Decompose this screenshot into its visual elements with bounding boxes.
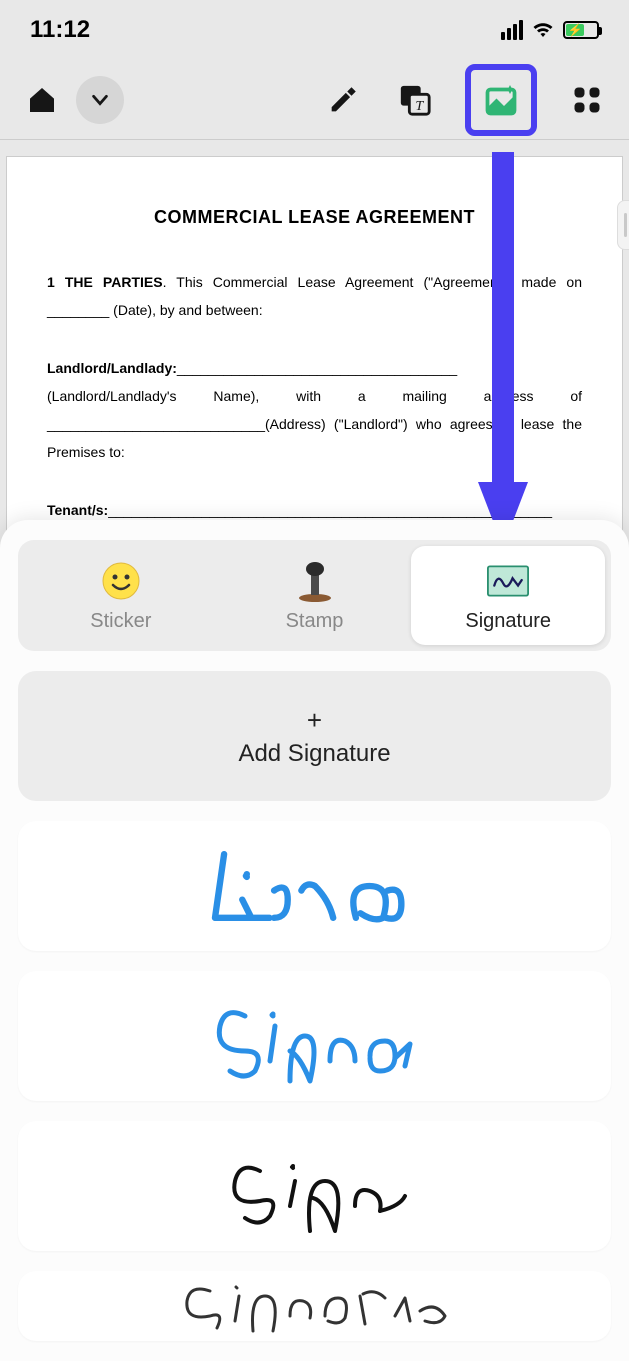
tab-signature-label: Signature — [465, 610, 551, 633]
image-button[interactable] — [483, 82, 519, 118]
home-icon — [26, 84, 58, 116]
image-text-button[interactable]: T — [393, 78, 437, 122]
signature-icon — [487, 560, 529, 602]
highlighter-button[interactable] — [321, 78, 365, 122]
grid-icon — [572, 85, 602, 115]
tab-stamp[interactable]: Stamp — [218, 546, 412, 645]
doc-section-parties: 1 THE PARTIES. This Commercial Lease Agr… — [47, 268, 582, 324]
tenant-label: Tenant/s: — [47, 502, 108, 518]
doc-section-landlord: Landlord/Landlady:______________________… — [47, 354, 582, 466]
stamp-icon — [294, 560, 336, 602]
grid-button[interactable] — [565, 78, 609, 122]
insert-bottom-sheet: Sticker Stamp Signature + Add Signature — [0, 520, 629, 1361]
add-signature-label: Add Signature — [238, 740, 390, 768]
home-button[interactable] — [20, 78, 64, 122]
tab-stamp-label: Stamp — [286, 610, 344, 633]
signature-preview — [165, 1271, 465, 1341]
signature-item-2[interactable] — [18, 1121, 611, 1251]
dropdown-button[interactable] — [76, 76, 124, 124]
sticker-icon — [100, 560, 142, 602]
status-time: 11:12 — [30, 16, 90, 44]
editor-toolbar: T — [0, 60, 629, 140]
wifi-icon — [531, 18, 555, 43]
scroll-indicator[interactable] — [617, 200, 629, 250]
image-sparkle-icon — [483, 82, 519, 118]
battery-charging-icon: ⚡ — [563, 21, 599, 39]
doc-title: COMMERCIAL LEASE AGREEMENT — [47, 207, 582, 228]
svg-text:T: T — [415, 97, 424, 113]
highlighter-icon — [326, 83, 360, 117]
status-icons: ⚡ — [501, 18, 599, 43]
tab-sticker[interactable]: Sticker — [24, 546, 218, 645]
section-heading: 1 THE PARTIES — [47, 274, 163, 290]
chevron-down-icon — [89, 89, 111, 111]
tab-sticker-label: Sticker — [90, 610, 151, 633]
signature-item-1[interactable] — [18, 971, 611, 1101]
signature-preview — [195, 986, 435, 1086]
signature-preview — [175, 836, 455, 936]
cellular-signal-icon — [501, 20, 523, 40]
plus-icon: + — [307, 705, 322, 736]
image-text-icon: T — [398, 83, 432, 117]
signature-item-0[interactable] — [18, 821, 611, 951]
insert-tabs: Sticker Stamp Signature — [18, 540, 611, 651]
signature-item-3[interactable] — [18, 1271, 611, 1341]
tab-signature[interactable]: Signature — [411, 546, 605, 645]
status-bar: 11:12 ⚡ — [0, 0, 629, 60]
signature-preview — [205, 1136, 425, 1236]
add-signature-button[interactable]: + Add Signature — [18, 671, 611, 801]
image-tool-highlight — [465, 64, 537, 136]
landlord-label: Landlord/Landlady: — [47, 360, 177, 376]
